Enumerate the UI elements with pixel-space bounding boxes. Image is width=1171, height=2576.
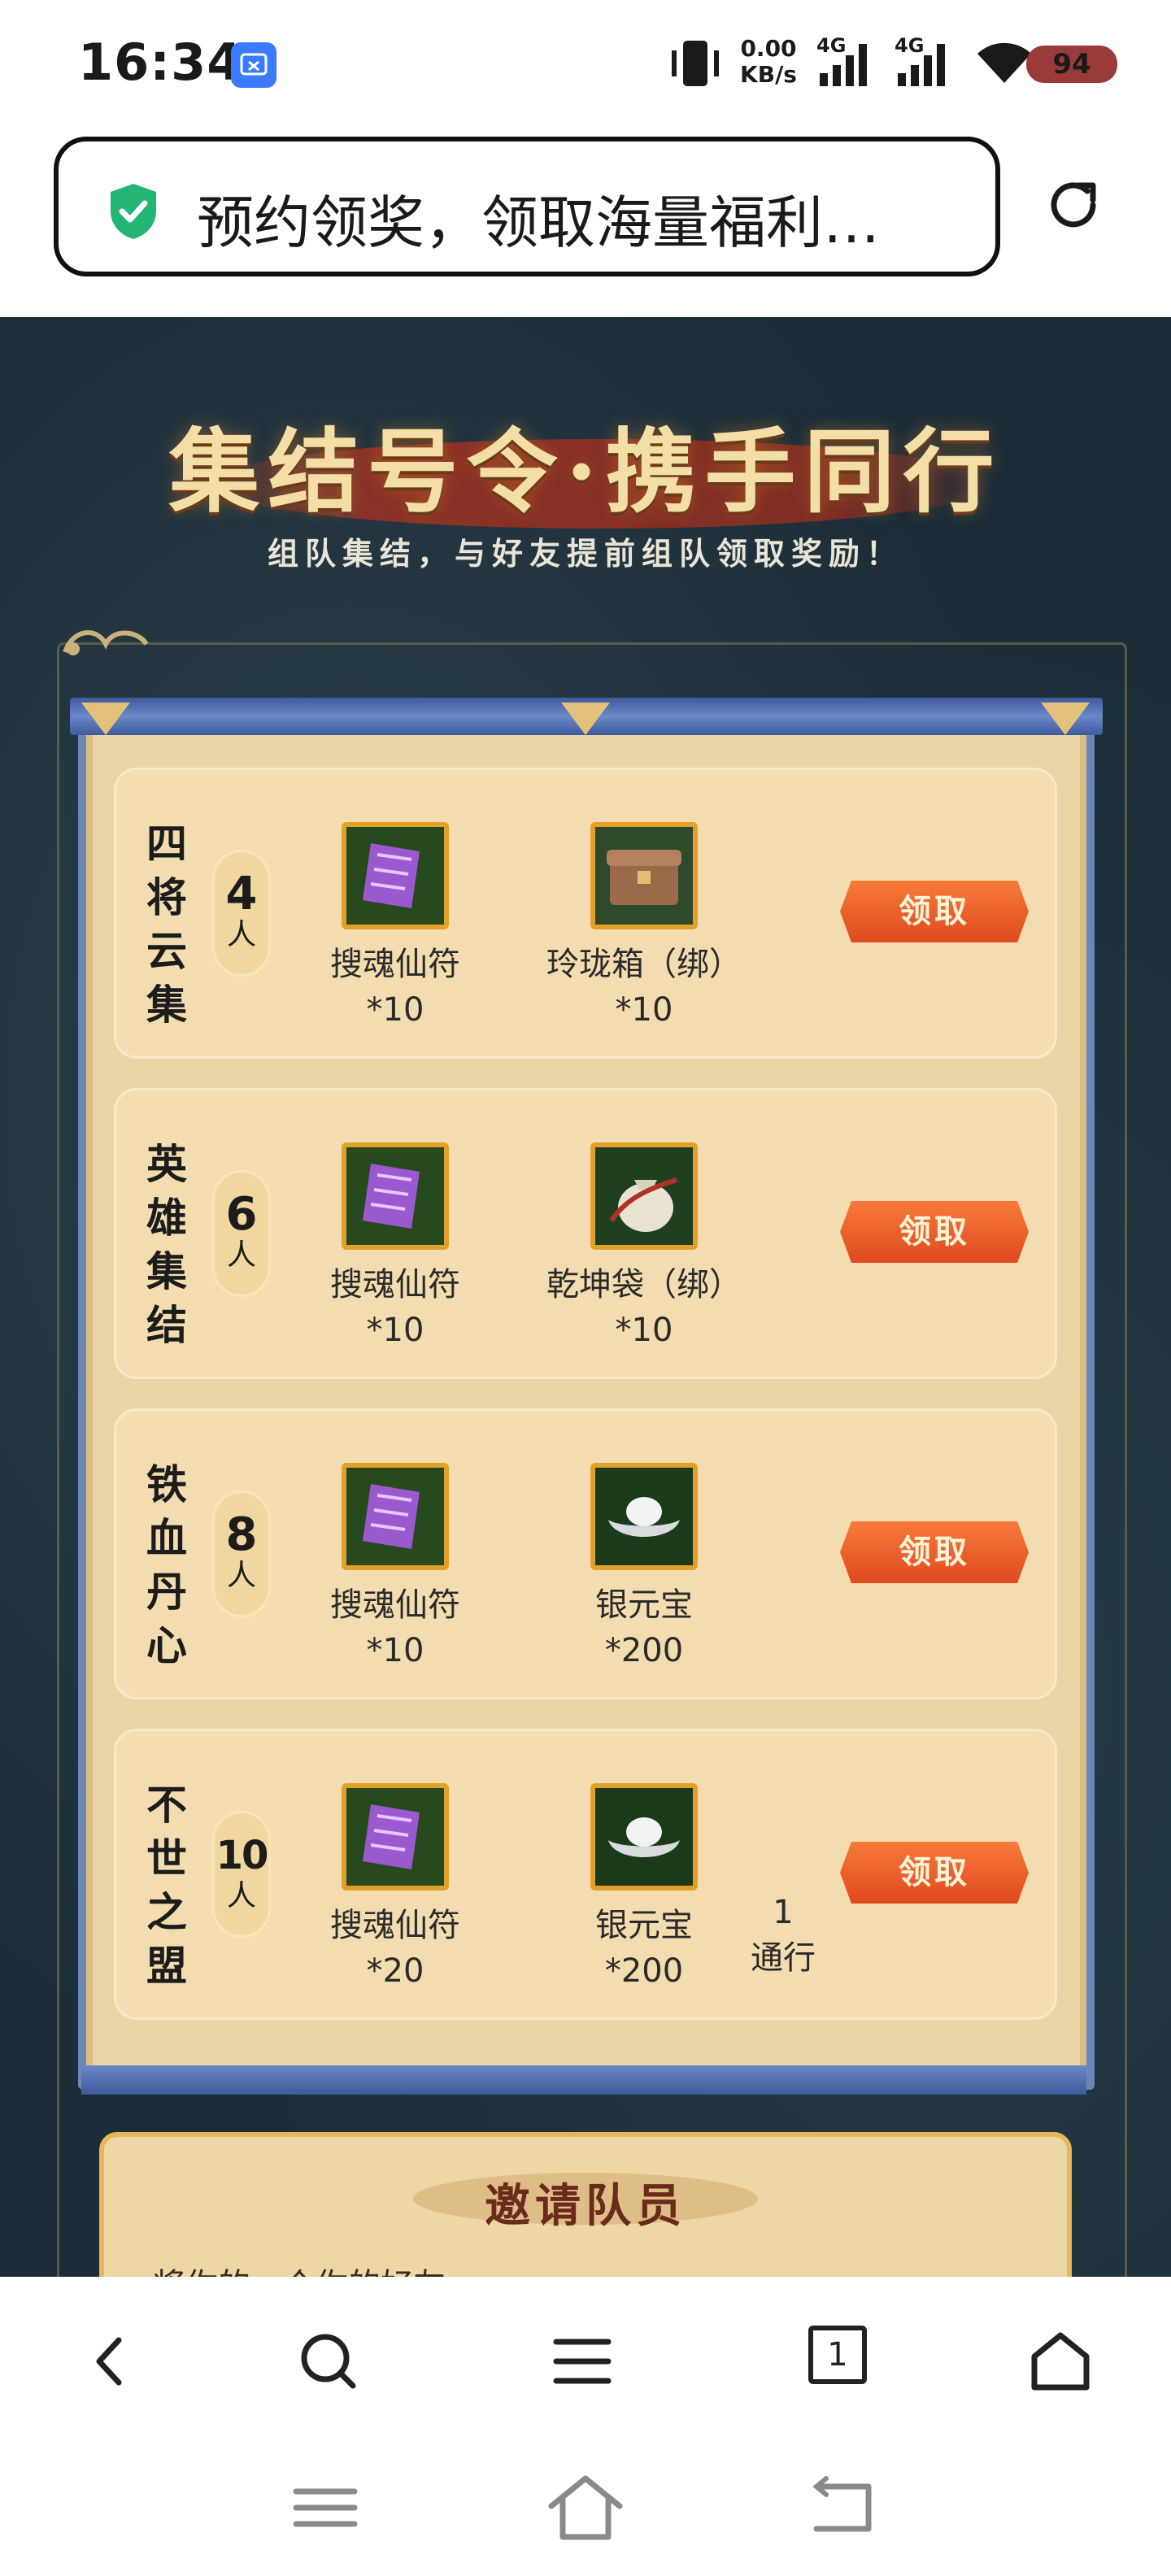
team-size-unit: 人 [226, 1559, 256, 1592]
reward-tier-name: 四将云集 [146, 820, 187, 1029]
network-speed-value: 0.00 [740, 35, 797, 62]
team-size-number: 8 [225, 1508, 258, 1561]
cellular-signal-icon: 4G [895, 34, 956, 93]
page-title-text: 预约领奖，领取海量福利… [197, 189, 880, 256]
team-size-badge: 6 人 [212, 1170, 271, 1297]
silver-ingot-icon [590, 1783, 698, 1891]
network-speed: 0.00 KB/s [732, 36, 805, 88]
claim-button[interactable]: 领取 [840, 1521, 1029, 1583]
reward-row: 铁血丹心 8 人 搜魂仙符 *10 银元宝 *200 领取 [114, 1408, 1057, 1699]
menu-icon[interactable] [550, 2329, 615, 2394]
reward-item-name: 搜魂仙符 [330, 1586, 460, 1624]
reward-item-quantity: *200 [604, 1952, 684, 1990]
hero-subtitle: 组队集结，与好友提前组队领取奖励！ [267, 536, 903, 572]
reward-item: 玲珑箱（绑） *10 [542, 822, 746, 1033]
reward-item: 银元宝 *200 [542, 1783, 746, 1995]
reward-item-quantity: *10 [366, 991, 424, 1029]
recent-apps-icon[interactable] [293, 2475, 358, 2540]
team-size-unit: 人 [226, 918, 256, 951]
purple-talisman-icon [342, 1783, 449, 1891]
url-bar[interactable]: 预约领奖，领取海量福利… [54, 137, 1000, 276]
reward-extra-quantity: 1 [773, 1894, 794, 1931]
event-page: 集结号令·携手同行 组队集结，与好友提前组队领取奖励！ 四将云集 4 人 搜魂仙… [0, 317, 1171, 2277]
reward-item-name: 搜魂仙符 [330, 1266, 460, 1303]
treasure-chest-icon [590, 822, 698, 929]
vibrate-icon [667, 39, 724, 91]
system-back-icon[interactable] [810, 2475, 875, 2540]
system-home-icon[interactable] [546, 2469, 623, 2540]
reward-tier-name: 铁血丹心 [146, 1460, 187, 1669]
silver-ingot-icon [590, 1463, 698, 1570]
reward-item-quantity: *200 [604, 1632, 684, 1669]
browser-toolbar: 1 [0, 2277, 1171, 2439]
reward-item-quantity: *10 [366, 1312, 424, 1349]
home-icon[interactable] [1028, 2329, 1093, 2394]
network-speed-unit: KB/s [740, 61, 797, 88]
reward-item-quantity: *20 [366, 1952, 424, 1990]
hero-title: 集结号令·携手同行 [168, 419, 1003, 525]
reward-item-name: 玲珑箱（绑） [546, 946, 742, 983]
reward-item-name: 搜魂仙符 [330, 946, 460, 983]
network-type-label: 4G [816, 34, 847, 57]
cellular-signal-icon: 4G [816, 34, 878, 93]
team-size-badge: 4 人 [212, 850, 271, 977]
cloud-ornament-icon [57, 620, 155, 672]
reward-row: 四将云集 4 人 搜魂仙符 *10 玲珑箱（绑） *10 领取 [114, 768, 1057, 1059]
invite-panel: 邀请队员 将你的一个你的好友 [99, 2132, 1072, 2277]
invite-title: 邀请队员 [485, 2179, 686, 2233]
purple-talisman-icon [342, 822, 449, 929]
team-size-number: 10 [215, 1833, 269, 1878]
reward-tier-name: 不世之盟 [146, 1781, 187, 1990]
reward-row: 不世之盟 10 人 搜魂仙符 *20 银元宝 *200 1 通行 领取 [114, 1729, 1057, 2020]
team-size-unit: 人 [226, 1879, 256, 1912]
claim-button[interactable]: 领取 [840, 1842, 1029, 1904]
scroll-bottom-rod [81, 2065, 1086, 2095]
reward-item-quantity: *10 [366, 1632, 424, 1669]
reward-item-quantity: *10 [615, 1312, 673, 1349]
reward-row: 英雄集结 6 人 搜魂仙符 *10 乾坤袋（绑） *10 领取 [114, 1088, 1057, 1379]
screenshot-notification-icon [231, 42, 276, 88]
claim-button[interactable]: 领取 [840, 1201, 1029, 1263]
reward-item: 搜魂仙符 *20 [294, 1783, 497, 1995]
reward-item: 乾坤袋（绑） *10 [542, 1142, 746, 1354]
secure-shield-icon [107, 182, 159, 244]
reward-extra-name: 通行 [751, 1939, 816, 1977]
network-type-label: 4G [895, 34, 925, 57]
reward-item-name: 搜魂仙符 [330, 1907, 460, 1944]
reward-item-extra: 1 通行 [734, 1891, 832, 1982]
battery-indicator: 94 [1026, 46, 1117, 83]
reward-item: 搜魂仙符 *10 [294, 1463, 497, 1674]
wifi-icon [976, 37, 1033, 89]
reward-item-name: 乾坤袋（绑） [546, 1266, 742, 1303]
tabs-button[interactable]: 1 [808, 2326, 867, 2384]
team-size-number: 4 [225, 868, 258, 920]
system-navigation-bar [0, 2439, 1171, 2576]
purple-talisman-icon [342, 1142, 449, 1250]
reload-icon[interactable] [1043, 174, 1104, 239]
claim-button[interactable]: 领取 [840, 881, 1029, 942]
team-size-unit: 人 [226, 1238, 256, 1272]
reward-item: 搜魂仙符 *10 [294, 1142, 497, 1354]
reward-item-name: 银元宝 [595, 1586, 693, 1624]
invite-description: 将你的一个你的好友 [153, 2259, 966, 2277]
status-time: 16:34 [78, 33, 243, 92]
status-bar: 16:34 0.00 KB/s 4G 4G 94 [0, 0, 1171, 130]
reward-item-quantity: *10 [615, 991, 673, 1029]
purple-talisman-icon [342, 1463, 449, 1570]
team-size-badge: 8 人 [212, 1490, 271, 1617]
reward-item: 银元宝 *200 [542, 1463, 746, 1674]
reward-tier-name: 英雄集结 [146, 1140, 187, 1349]
cloth-bag-icon [590, 1142, 698, 1250]
back-icon[interactable] [78, 2329, 143, 2394]
reward-item-name: 银元宝 [595, 1907, 693, 1944]
team-size-badge: 10 人 [212, 1811, 271, 1938]
reward-item: 搜魂仙符 *10 [294, 822, 497, 1033]
search-icon[interactable] [296, 2329, 361, 2394]
team-size-number: 6 [225, 1188, 258, 1241]
